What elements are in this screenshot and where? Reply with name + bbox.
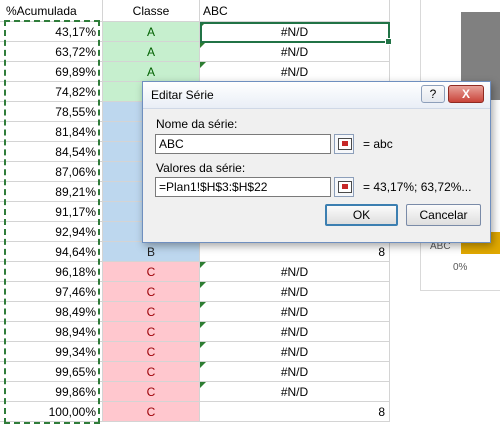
series-values-ref-button[interactable] bbox=[334, 177, 354, 197]
dialog-title: Editar Série bbox=[151, 88, 214, 102]
cell-acumulada[interactable]: 99,86% bbox=[0, 382, 103, 402]
error-indicator-icon bbox=[200, 322, 206, 328]
cell-classe[interactable]: A bbox=[103, 42, 200, 62]
cell-acumulada[interactable]: 98,94% bbox=[0, 322, 103, 342]
cell-acumulada[interactable]: 94,64% bbox=[0, 242, 103, 262]
cell-abc-text: #N/D bbox=[280, 325, 309, 339]
cell-classe[interactable]: C bbox=[103, 322, 200, 342]
series-values-field[interactable]: =Plan1!$H$3:$H$22 bbox=[155, 177, 331, 197]
cell-acumulada[interactable]: 96,18% bbox=[0, 262, 103, 282]
series-name-preview: = abc bbox=[363, 137, 393, 151]
table-row: 99,34% C #N/D bbox=[0, 342, 390, 362]
error-indicator-icon bbox=[200, 362, 206, 368]
cell-classe[interactable]: C bbox=[103, 302, 200, 322]
cell-acumulada[interactable]: 99,34% bbox=[0, 342, 103, 362]
cell-classe[interactable]: C bbox=[103, 282, 200, 302]
table-row: 99,65% C #N/D bbox=[0, 362, 390, 382]
cell-acumulada[interactable]: 74,82% bbox=[0, 82, 103, 102]
dialog-titlebar[interactable]: Editar Série ? X bbox=[143, 82, 490, 109]
edit-series-dialog: Editar Série ? X Nome da série: ABC = ab… bbox=[142, 81, 491, 243]
cell-classe[interactable]: A bbox=[103, 62, 200, 82]
cell-acumulada[interactable]: 63,72% bbox=[0, 42, 103, 62]
fill-handle[interactable] bbox=[385, 38, 392, 45]
cell-acumulada[interactable]: 89,21% bbox=[0, 182, 103, 202]
cell-abc-text: #N/D bbox=[280, 265, 309, 279]
table-row: 98,49% C #N/D bbox=[0, 302, 390, 322]
cell-abc[interactable]: 8 bbox=[200, 242, 390, 262]
error-indicator-icon bbox=[200, 262, 206, 268]
help-button[interactable]: ? bbox=[421, 85, 445, 103]
cell-acumulada[interactable]: 91,17% bbox=[0, 202, 103, 222]
table-row: 63,72% A #N/D bbox=[0, 42, 390, 62]
cell-abc[interactable]: #N/D bbox=[200, 42, 390, 62]
cell-acumulada[interactable]: 81,84% bbox=[0, 122, 103, 142]
series-values-label: Valores da série: bbox=[156, 161, 246, 175]
cell-classe[interactable]: C bbox=[103, 402, 200, 422]
cell-acumulada[interactable]: 98,49% bbox=[0, 302, 103, 322]
table-row: 96,18% C #N/D bbox=[0, 262, 390, 282]
cell-acumulada[interactable]: 84,54% bbox=[0, 142, 103, 162]
cell-abc-text: #N/D bbox=[280, 345, 309, 359]
error-indicator-icon bbox=[200, 282, 206, 288]
cell-abc[interactable]: #N/D bbox=[200, 342, 390, 362]
table-row: 94,64% B 8 bbox=[0, 242, 390, 262]
cell-abc[interactable]: #N/D bbox=[200, 322, 390, 342]
cell-abc[interactable]: #N/D bbox=[200, 62, 390, 82]
cell-abc[interactable]: 8 bbox=[200, 402, 390, 422]
cell-abc[interactable]: #N/D bbox=[200, 382, 390, 402]
ok-button[interactable]: OK bbox=[325, 204, 398, 226]
cell-classe[interactable]: C bbox=[103, 262, 200, 282]
cell-acumulada[interactable]: 43,17% bbox=[0, 22, 103, 42]
selected-cell[interactable] bbox=[200, 22, 392, 45]
cell-acumulada[interactable]: 97,46% bbox=[0, 282, 103, 302]
cancel-button[interactable]: Cancelar bbox=[406, 204, 481, 226]
range-select-icon bbox=[338, 181, 352, 193]
cell-acumulada[interactable]: 69,89% bbox=[0, 62, 103, 82]
cell-abc[interactable]: #N/D bbox=[200, 262, 390, 282]
series-name-label: Nome da série: bbox=[156, 117, 238, 131]
cell-abc[interactable]: #N/D bbox=[200, 282, 390, 302]
series-name-field[interactable]: ABC bbox=[155, 134, 331, 154]
chart-axis-tick: 0% bbox=[453, 262, 468, 273]
range-select-icon bbox=[338, 138, 352, 150]
cell-abc-text: #N/D bbox=[280, 285, 309, 299]
cell-classe[interactable]: B bbox=[103, 242, 200, 262]
close-button[interactable]: X bbox=[448, 85, 484, 103]
cell-abc-text: #N/D bbox=[280, 45, 309, 59]
column-header-acumulada[interactable]: %Acumulada bbox=[0, 0, 103, 22]
series-name-ref-button[interactable] bbox=[334, 134, 354, 154]
table-row: 99,86% C #N/D bbox=[0, 382, 390, 402]
cell-abc[interactable]: #N/D bbox=[200, 302, 390, 322]
cell-acumulada[interactable]: 100,00% bbox=[0, 402, 103, 422]
table-row: 97,46% C #N/D bbox=[0, 282, 390, 302]
cell-acumulada[interactable]: 87,06% bbox=[0, 162, 103, 182]
cell-classe[interactable]: C bbox=[103, 342, 200, 362]
error-indicator-icon bbox=[200, 342, 206, 348]
error-indicator-icon bbox=[200, 302, 206, 308]
column-header-abc[interactable]: ABC bbox=[200, 0, 390, 22]
cell-abc-text: #N/D bbox=[280, 385, 309, 399]
cell-abc-text: #N/D bbox=[280, 365, 309, 379]
error-indicator-icon bbox=[200, 382, 206, 388]
table-row: 98,94% C #N/D bbox=[0, 322, 390, 342]
cell-acumulada[interactable]: 99,65% bbox=[0, 362, 103, 382]
cell-acumulada[interactable]: 78,55% bbox=[0, 102, 103, 122]
error-indicator-icon bbox=[200, 62, 206, 68]
series-values-preview: = 43,17%; 63,72%... bbox=[363, 180, 472, 194]
cell-abc[interactable]: #N/D bbox=[200, 362, 390, 382]
cell-classe[interactable]: A bbox=[103, 22, 200, 42]
cell-classe[interactable]: C bbox=[103, 362, 200, 382]
cell-classe[interactable]: C bbox=[103, 382, 200, 402]
cell-acumulada[interactable]: 92,94% bbox=[0, 222, 103, 242]
cell-abc-text: #N/D bbox=[280, 65, 309, 79]
table-row: 100,00% C 8 bbox=[0, 402, 390, 422]
column-header-classe[interactable]: Classe bbox=[103, 0, 200, 22]
table-row: 69,89% A #N/D bbox=[0, 62, 390, 82]
cell-abc-text: #N/D bbox=[280, 305, 309, 319]
